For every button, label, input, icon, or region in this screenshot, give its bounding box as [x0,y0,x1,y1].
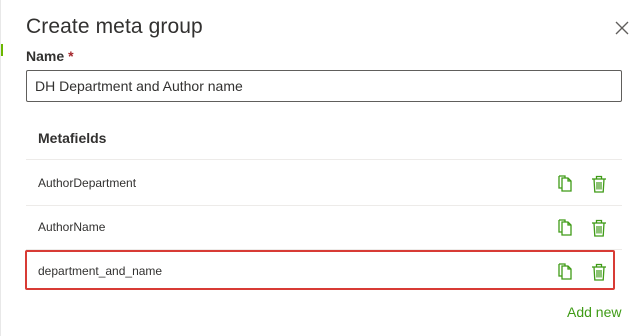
metafield-row-label: AuthorName [38,220,106,234]
copy-icon[interactable] [556,174,574,194]
copy-icon[interactable] [556,262,574,282]
metafield-row-highlighted: department_and_name [25,250,615,290]
metafield-row-label: AuthorDepartment [38,176,137,190]
delete-icon[interactable] [590,262,608,282]
close-icon[interactable] [613,19,631,37]
copy-icon[interactable] [556,218,574,238]
metafields-header-label: Metafields [38,130,107,146]
create-meta-group-dialog: Create meta group Name* Metafields Autho… [0,0,642,336]
delete-icon[interactable] [590,174,608,194]
required-marker: * [68,48,74,64]
metafield-row: AuthorDepartment [26,162,622,206]
name-label-text: Name [26,48,65,64]
left-accent-bar [1,44,3,56]
metafield-row-label: department_and_name [38,264,163,278]
add-new-link[interactable]: Add new [567,304,621,320]
dialog-title: Create meta group [26,15,203,38]
name-label: Name * [26,48,74,64]
metafield-row: AuthorName [26,206,622,250]
name-input[interactable] [26,70,622,102]
delete-icon[interactable] [590,218,608,238]
metafields-header: Metafields [26,116,622,160]
